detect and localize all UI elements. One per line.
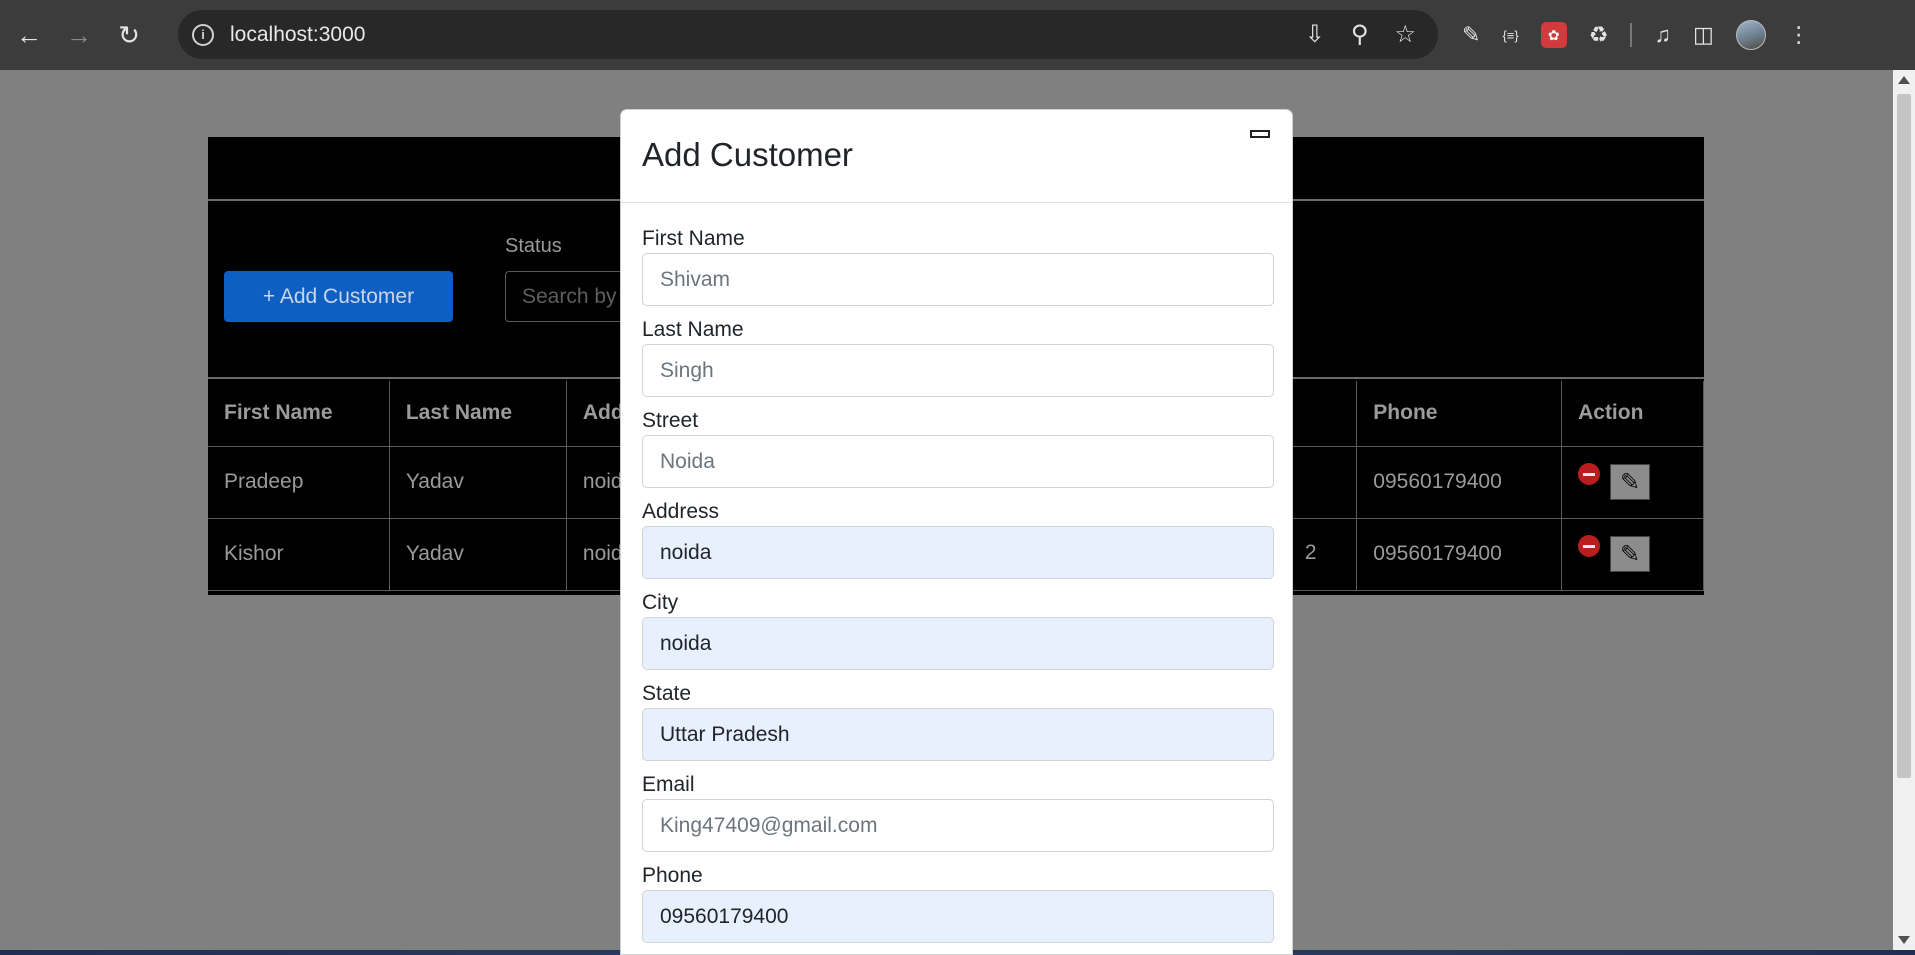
add-customer-modal: Add Customer First Name Shivam Last Name… [620, 109, 1293, 955]
scrollbar-thumb[interactable] [1897, 94, 1911, 778]
page-scrollbar[interactable] [1893, 70, 1915, 950]
install-app-icon[interactable]: ⇩ [1305, 20, 1325, 49]
site-info-icon[interactable]: i [192, 23, 214, 46]
cell-phone: 09560179400 [1356, 446, 1563, 519]
cell-last-name: Yadav [389, 518, 567, 591]
state-label: State [642, 682, 692, 705]
cell-hidden-column-fragment: 2 [1304, 540, 1317, 564]
header-action: Action [1561, 381, 1704, 447]
close-icon[interactable] [1250, 130, 1270, 138]
phone-field[interactable]: 09560179400 [642, 890, 1274, 943]
modal-title: Add Customer [642, 136, 853, 173]
cell-phone: 09560179400 [1356, 518, 1563, 591]
edit-pencil-icon[interactable]: ✎ [1610, 464, 1651, 500]
first-name-label: First Name [642, 227, 745, 250]
cell-first-name: Pradeep [208, 446, 390, 519]
cell-action: ✎ [1561, 446, 1704, 519]
extensions-puzzle-icon[interactable]: ♻ [1589, 22, 1609, 48]
modal-body: First Name Shivam Last Name Singh Street… [621, 203, 1292, 943]
color-picker-extension-icon[interactable]: ✎ [1462, 22, 1480, 48]
browser-toolbar: ← → ↻ i localhost:3000 ⇩ ⚲ ☆ ✎ {≡} ✿ ♻ ♫… [0, 0, 1915, 70]
header-first-name[interactable]: First Name [208, 381, 390, 447]
header-phone[interactable]: Phone [1356, 381, 1563, 447]
cell-action: ✎ [1561, 518, 1704, 591]
address-bar[interactable]: i localhost:3000 ⇩ ⚲ ☆ [178, 10, 1438, 59]
url-text[interactable]: localhost:3000 [230, 23, 365, 47]
last-name-field[interactable]: Singh [642, 344, 1274, 397]
street-label: Street [642, 409, 699, 432]
side-panel-icon[interactable]: ◫ [1693, 22, 1714, 48]
first-name-field[interactable]: Shivam [642, 253, 1274, 306]
reload-icon[interactable]: ↻ [108, 14, 150, 56]
zoom-icon[interactable]: ⚲ [1351, 20, 1369, 49]
scroll-up-icon[interactable] [1898, 76, 1910, 84]
edit-pencil-icon[interactable]: ✎ [1610, 536, 1651, 572]
header-last-name[interactable]: Last Name [389, 381, 567, 447]
status-label: Status [505, 235, 562, 257]
add-customer-button[interactable]: + Add Customer [224, 271, 453, 322]
state-field[interactable]: Uttar Pradesh [642, 708, 1274, 761]
email-field[interactable]: King47409@gmail.com [642, 799, 1274, 852]
address-field[interactable]: noida [642, 526, 1274, 579]
profile-avatar[interactable] [1735, 20, 1766, 50]
toolbar-separator [1630, 23, 1633, 47]
red-extension-icon[interactable]: ✿ [1540, 22, 1567, 48]
city-field[interactable]: noida [642, 617, 1274, 670]
media-control-icon[interactable]: ♫ [1654, 22, 1671, 48]
city-label: City [642, 591, 679, 614]
delete-icon[interactable] [1578, 463, 1601, 485]
email-label: Email [642, 773, 695, 796]
delete-icon[interactable] [1578, 535, 1601, 557]
back-icon[interactable]: ← [8, 14, 50, 56]
street-field[interactable]: Noida [642, 435, 1274, 488]
cell-first-name: Kishor [208, 518, 390, 591]
bookmark-star-icon[interactable]: ☆ [1394, 20, 1416, 49]
cell-last-name: Yadav [389, 446, 567, 519]
json-extension-icon[interactable]: {≡} [1502, 28, 1518, 43]
last-name-label: Last Name [642, 318, 744, 341]
address-label: Address [642, 500, 720, 523]
forward-icon[interactable]: → [58, 14, 100, 56]
modal-header: Add Customer [621, 110, 1292, 203]
menu-dots-icon[interactable]: ⋮ [1788, 22, 1810, 48]
phone-label: Phone [642, 864, 703, 887]
scroll-down-icon[interactable] [1898, 936, 1910, 944]
